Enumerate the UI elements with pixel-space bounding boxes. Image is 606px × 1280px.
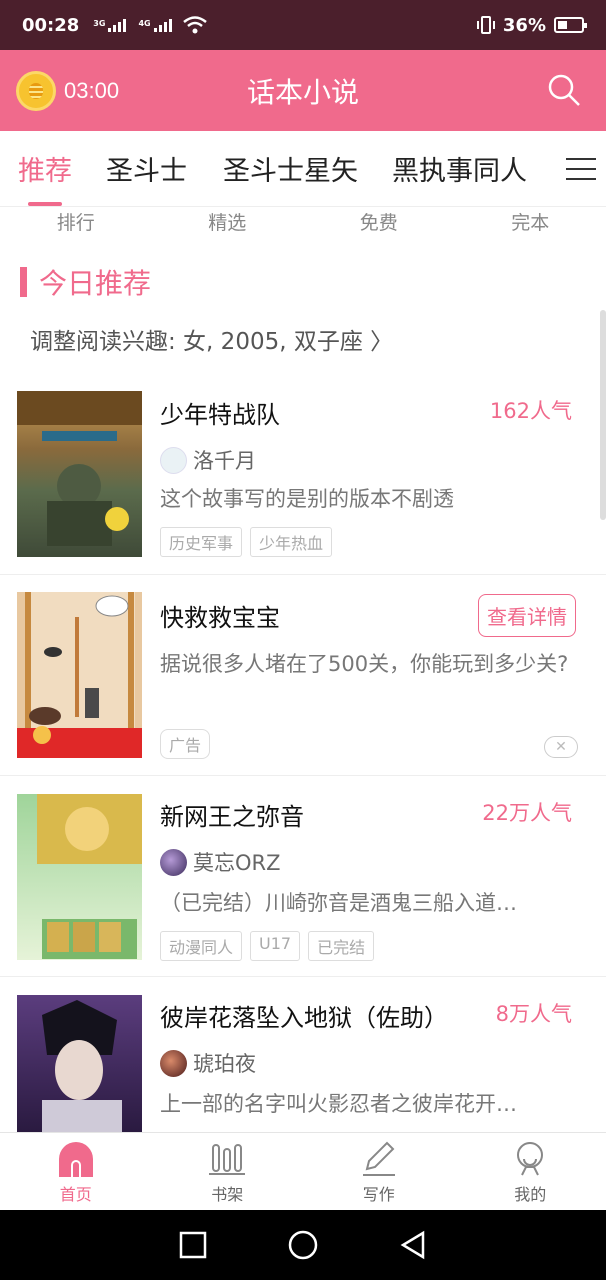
- tab-saint-seiya-star[interactable]: 圣斗士星矢: [223, 149, 358, 188]
- book-cover: [17, 995, 142, 1132]
- signal-icon: 3G: [93, 18, 127, 32]
- author-name: 琥珀夜: [193, 1052, 256, 1076]
- coin-clock-icon: [16, 70, 56, 111]
- section-marker: [20, 267, 27, 297]
- tag[interactable]: 少年热血: [250, 527, 333, 557]
- nav-bookshelf[interactable]: 书架: [152, 1133, 304, 1210]
- author-name: 洛千月: [193, 449, 256, 473]
- home-icon: [58, 1142, 93, 1177]
- author: 莫忘ORZ: [160, 847, 281, 877]
- tag[interactable]: 已完结: [308, 931, 375, 961]
- list-item[interactable]: 少年特战队 162人气 洛千月 这个故事写的是别的版本不剧透 历史军事 少年热血: [0, 375, 606, 575]
- section-header: 今日推荐: [20, 262, 151, 302]
- subnav-ranking[interactable]: 排行: [0, 207, 152, 243]
- vibrate-icon: [476, 16, 495, 34]
- book-desc: （已完结）川崎弥音是酒鬼三船入道…: [160, 891, 517, 915]
- popularity: 22万人气: [482, 801, 572, 825]
- nav-mine[interactable]: 我的: [455, 1133, 606, 1210]
- subnav-featured[interactable]: 精选: [152, 207, 304, 243]
- book-title: 彼岸花落坠入地狱（佐助）: [160, 1004, 448, 1032]
- nav-home[interactable]: 首页: [0, 1133, 152, 1210]
- ad-image: [17, 592, 142, 758]
- category-tabs: 推荐 圣斗士 圣斗士星矢 黑执事同人: [0, 131, 606, 207]
- nav-write[interactable]: 写作: [303, 1133, 455, 1210]
- system-nav-bar: [0, 1210, 606, 1280]
- nav-write-label: 写作: [362, 1185, 395, 1204]
- home-button-icon[interactable]: [287, 1229, 319, 1261]
- ad-desc: 据说很多人堵在了500关，你能玩到多少关?: [160, 652, 569, 676]
- ad-item[interactable]: 快救救宝宝 查看详情 据说很多人堵在了500关，你能玩到多少关? 广告 ✕: [0, 576, 606, 776]
- list-item[interactable]: 新网王之弥音 22万人气 莫忘ORZ （已完结）川崎弥音是酒鬼三船入道… 动漫同…: [0, 777, 606, 977]
- book-desc: 上一部的名字叫火影忍者之彼岸花开…: [160, 1092, 517, 1116]
- menu-icon[interactable]: [566, 158, 596, 180]
- book-cover: [17, 794, 142, 960]
- nav-home-label: 首页: [59, 1185, 92, 1204]
- nav-bookshelf-label: 书架: [211, 1185, 244, 1204]
- avatar: [160, 848, 187, 876]
- adjust-interest-link[interactable]: 调整阅读兴趣: 女, 2005, 双子座 〉: [30, 322, 393, 356]
- status-time: 00:28: [22, 14, 80, 36]
- search-icon[interactable]: [546, 72, 582, 108]
- tag-list: 历史军事 少年热血: [160, 527, 333, 557]
- section-title: 今日推荐: [39, 267, 152, 300]
- book-desc: 这个故事写的是别的版本不剧透: [160, 487, 454, 511]
- book-cover: [17, 391, 142, 557]
- tag[interactable]: 历史军事: [160, 527, 243, 557]
- status-bar: 00:28 3G 4G 36%: [0, 0, 606, 50]
- author-name: 莫忘ORZ: [193, 851, 281, 875]
- view-details-button[interactable]: 查看详情: [478, 594, 576, 637]
- battery-percent: 36%: [502, 14, 546, 36]
- tab-black-butler[interactable]: 黑执事同人: [392, 149, 527, 188]
- tag[interactable]: 动漫同人: [160, 931, 243, 961]
- wifi-icon: [182, 16, 207, 34]
- ad-tag: 广告: [160, 729, 211, 759]
- list-item[interactable]: 彼岸花落坠入地狱（佐助） 8万人气 琥珀夜 上一部的名字叫火影忍者之彼岸花开…: [0, 978, 606, 1132]
- tab-recommend[interactable]: 推荐: [18, 149, 72, 206]
- book-title: 新网王之弥音: [160, 803, 304, 831]
- subnav-free[interactable]: 免费: [303, 207, 455, 243]
- ad-title: 快救救宝宝: [160, 604, 280, 632]
- back-icon[interactable]: [399, 1230, 427, 1260]
- nav-mine-label: 我的: [514, 1185, 547, 1204]
- avatar: [160, 446, 187, 474]
- reading-timer[interactable]: 03:00: [16, 70, 120, 111]
- battery-icon: [554, 17, 587, 33]
- book-title: 少年特战队: [160, 401, 280, 429]
- bookshelf-icon: [209, 1144, 246, 1175]
- profile-icon: [517, 1142, 544, 1176]
- pencil-icon: [362, 1141, 395, 1176]
- author: 琥珀夜: [160, 1048, 256, 1078]
- timer-text: 03:00: [64, 77, 120, 103]
- subnav-completed[interactable]: 完本: [455, 207, 606, 243]
- tab-saint-seiya[interactable]: 圣斗士: [106, 149, 187, 188]
- app-bar: 03:00 话本小说: [0, 50, 606, 131]
- popularity: 162人气: [489, 399, 572, 423]
- tag-list: 动漫同人 U17 已完结: [160, 931, 375, 961]
- sub-nav: 排行 精选 免费 完本: [0, 207, 606, 243]
- popularity: 8万人气: [495, 1002, 572, 1026]
- signal-icon-2: 4G: [138, 18, 172, 32]
- bottom-nav: 首页 书架 写作 我的: [0, 1132, 606, 1210]
- avatar: [160, 1049, 187, 1077]
- tag[interactable]: U17: [250, 931, 301, 961]
- tag-list: 广告: [160, 729, 211, 759]
- author: 洛千月: [160, 445, 256, 475]
- close-ad-icon[interactable]: ✕: [544, 736, 578, 758]
- recents-icon[interactable]: [179, 1231, 207, 1259]
